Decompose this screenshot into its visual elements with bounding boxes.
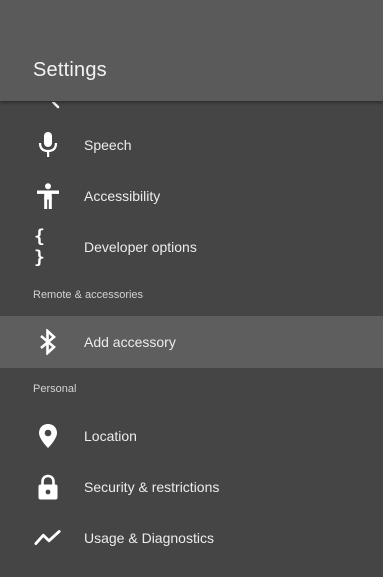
menu-item-label: Accessibility [84, 188, 161, 204]
menu-item-label: Location [84, 428, 137, 444]
location-pin-icon [34, 423, 62, 449]
menu-item-developer-options[interactable]: { } Developer options [0, 222, 383, 272]
menu-item-location[interactable]: Location [0, 411, 383, 461]
scrolled-item-icon [51, 101, 62, 109]
menu-item-speech[interactable]: Speech [0, 120, 383, 170]
settings-list[interactable]: Speech Accessibility { } Developer optio… [0, 101, 383, 577]
bluetooth-icon [34, 329, 62, 355]
trending-line-icon [34, 525, 62, 551]
menu-item-label: Usage & Diagnostics [84, 530, 214, 546]
menu-item-security-restrictions[interactable]: Security & restrictions [0, 462, 383, 512]
page-title: Settings [33, 59, 107, 81]
section-header-remote-accessories: Remote & accessories [33, 289, 144, 301]
menu-item-label: Add accessory [84, 334, 176, 350]
section-header-personal: Personal [33, 383, 77, 395]
settings-screen: Settings Speech Accessibility {} Develo… [0, 0, 383, 577]
menu-item-label: Speech [84, 137, 132, 153]
menu-item-add-accessory[interactable]: Add accessory [0, 316, 383, 368]
menu-item-label: Security & restrictions [84, 479, 220, 495]
menu-item-label: Developer options [84, 239, 197, 255]
app-header: Settings [0, 0, 383, 101]
lock-icon [34, 474, 62, 500]
microphone-icon [34, 132, 62, 158]
menu-item-usage-diagnostics[interactable]: Usage & Diagnostics [0, 513, 383, 563]
menu-item-accessibility[interactable]: Accessibility [0, 171, 383, 221]
accessibility-icon [34, 183, 62, 209]
braces-icon: { } [34, 226, 49, 268]
